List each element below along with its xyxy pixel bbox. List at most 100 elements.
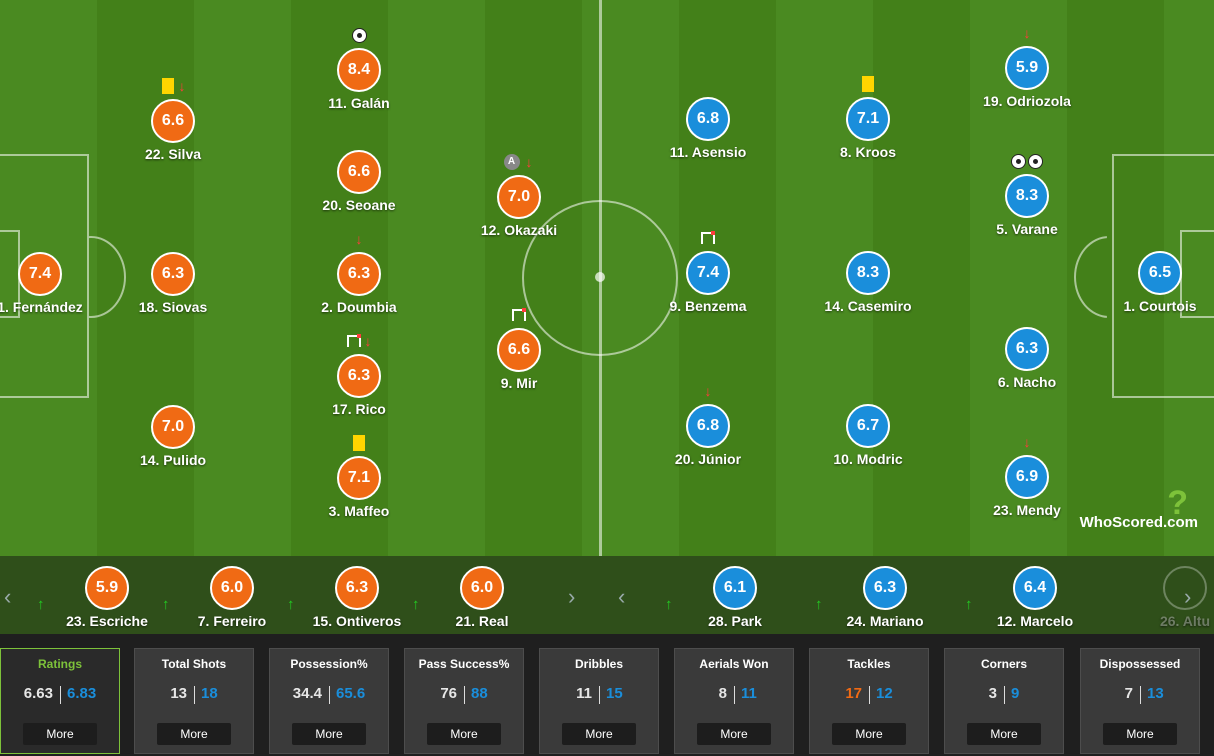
player-rating: 6.3	[151, 252, 195, 296]
player[interactable]: ↓ 5.9 19. Odriozola	[957, 25, 1097, 120]
player-name: 14. Casemiro	[824, 298, 912, 314]
stat-home-value: 76	[440, 685, 457, 702]
logo-mark-icon: ?	[1167, 484, 1188, 522]
player[interactable]: 7.0 14. Pulido	[103, 405, 243, 479]
substitute-player[interactable]: ↑ 6.0 7. Ferreiro	[162, 566, 302, 634]
player[interactable]: 7.1 8. Kroos	[798, 76, 938, 171]
substitute-player[interactable]: ↑ 6.3 24. Mariano	[815, 566, 955, 634]
substitute-player[interactable]: 26. Altu	[1115, 566, 1214, 634]
chevron-left-icon[interactable]: ‹	[4, 584, 11, 610]
stat-card[interactable]: Dribbles 11 15 More	[539, 648, 659, 754]
down-arrow-icon: ↓	[525, 154, 533, 171]
player[interactable]: 6.6 20. Seoane	[289, 150, 429, 224]
substitute-player[interactable]: ↑ 6.0 21. Real	[412, 566, 552, 634]
player[interactable]: ↓ 6.9 23. Mendy	[957, 434, 1097, 529]
stat-card[interactable]: Possession% 34.4 65.6 More	[269, 648, 389, 754]
player[interactable]: 6.3 6. Nacho	[957, 327, 1097, 401]
player-rating: 5.9	[1005, 46, 1049, 90]
player[interactable]: A ↓ 7.0 12. Okazaki	[449, 154, 589, 249]
player-rating: 8.4	[337, 48, 381, 92]
stat-values: 34.4 65.6	[270, 685, 388, 705]
stat-home-value: 34.4	[292, 685, 322, 702]
stat-title: Total Shots	[161, 657, 227, 671]
stat-card[interactable]: Ratings 6.63 6.83 More	[0, 648, 120, 754]
stat-home-value: 7	[1124, 685, 1133, 702]
more-button[interactable]: More	[967, 723, 1041, 745]
more-button[interactable]: More	[157, 723, 231, 745]
player-rating: 6.3	[335, 566, 379, 610]
player-name: 12. Marcelo	[996, 613, 1074, 629]
player-name: 26. Altu	[1159, 613, 1211, 629]
substitute-player[interactable]: ↑ 6.1 28. Park	[665, 566, 805, 634]
stat-values: 17 12	[810, 685, 928, 705]
stats-bar: Ratings 6.63 6.83 More Total Shots 13 18 More Po…	[0, 634, 1214, 756]
more-button[interactable]: More	[1103, 723, 1177, 745]
player[interactable]: 6.8 11. Asensio	[638, 97, 778, 171]
player-rating: 6.3	[863, 566, 907, 610]
player-rating: 6.3	[1005, 327, 1049, 371]
stat-card[interactable]: Aerials Won 8 11 More	[674, 648, 794, 754]
more-button[interactable]: More	[427, 723, 501, 745]
player[interactable]: ↓ 6.3 17. Rico	[289, 333, 429, 428]
stat-card[interactable]: Total Shots 13 18 More	[134, 648, 254, 754]
player[interactable]: ↓ 6.8 20. Júnior	[638, 383, 778, 478]
player[interactable]: 7.4 9. Benzema	[638, 231, 778, 325]
more-button[interactable]: More	[23, 723, 97, 745]
stat-card[interactable]: Corners 3 9 More	[944, 648, 1064, 754]
player[interactable]: 6.5 1. Courtois	[1090, 251, 1214, 325]
player-rating: 8.3	[1005, 174, 1049, 218]
ball-icon	[351, 27, 367, 43]
player[interactable]: 7.1 3. Maffeo	[289, 435, 429, 530]
player[interactable]: 8.3 14. Casemiro	[798, 251, 938, 325]
player-name: 18. Siovas	[138, 299, 208, 315]
player[interactable]: 7.4 1. Fernández	[0, 252, 110, 326]
player[interactable]: 6.3 18. Siovas	[103, 252, 243, 326]
player-name: 14. Pulido	[139, 452, 207, 468]
player-rating: 7.0	[497, 175, 541, 219]
flag-icon	[701, 231, 715, 245]
up-arrow-icon: ↑	[965, 596, 973, 613]
stat-away-value: 65.6	[336, 685, 366, 702]
more-button[interactable]: More	[562, 723, 636, 745]
substitute-player[interactable]: ↑ 6.4 12. Marcelo	[965, 566, 1105, 634]
stat-values: 7 13	[1081, 685, 1199, 705]
event-icons: A ↓	[449, 153, 589, 171]
player-name: 1. Fernández	[0, 299, 83, 315]
chevron-right-icon[interactable]: ›	[568, 584, 575, 610]
player-rating: 6.9	[1005, 455, 1049, 499]
down-arrow-icon: ↓	[704, 383, 712, 400]
stat-home-value: 6.63	[23, 685, 53, 702]
more-button[interactable]: More	[292, 723, 366, 745]
player-rating: 6.4	[1013, 566, 1057, 610]
player-rating: 8.3	[846, 251, 890, 295]
player[interactable]: 6.6 9. Mir	[449, 308, 589, 402]
player-name: 12. Okazaki	[480, 222, 558, 238]
player[interactable]: 8.4 11. Galán	[289, 27, 429, 122]
more-button[interactable]: More	[697, 723, 771, 745]
down-arrow-icon: ↓	[1023, 434, 1031, 451]
up-arrow-icon: ↑	[665, 596, 673, 613]
stat-divider	[329, 686, 330, 704]
stat-away-value: 11	[741, 685, 757, 702]
player[interactable]: 8.3 5. Varane	[957, 153, 1097, 248]
player-name: 23. Escriche	[66, 613, 148, 629]
player[interactable]: 6.7 10. Modric	[798, 404, 938, 478]
player[interactable]: ↓ 6.6 22. Silva	[103, 78, 243, 173]
substitute-player[interactable]: ↑ 6.3 15. Ontiveros	[287, 566, 427, 634]
chevron-left-icon[interactable]: ‹	[618, 584, 625, 610]
flag-icon	[512, 308, 526, 322]
player-rating: 6.3	[337, 252, 381, 296]
player-rating: 6.6	[337, 150, 381, 194]
player[interactable]: ↓ 6.3 2. Doumbia	[289, 231, 429, 326]
stat-card[interactable]: Dispossessed 7 13 More	[1080, 648, 1200, 754]
substitute-player[interactable]: ↑ 5.9 23. Escriche	[37, 566, 177, 634]
stat-title: Tackles	[847, 657, 891, 671]
player-rating: 5.9	[85, 566, 129, 610]
stat-divider	[869, 686, 870, 704]
more-button[interactable]: More	[832, 723, 906, 745]
event-icons: ↓	[103, 77, 243, 95]
stat-card[interactable]: Tackles 17 12 More	[809, 648, 929, 754]
stat-away-value: 13	[1147, 685, 1164, 702]
player-name: 22. Silva	[144, 146, 202, 162]
stat-card[interactable]: Pass Success% 76 88 More	[404, 648, 524, 754]
